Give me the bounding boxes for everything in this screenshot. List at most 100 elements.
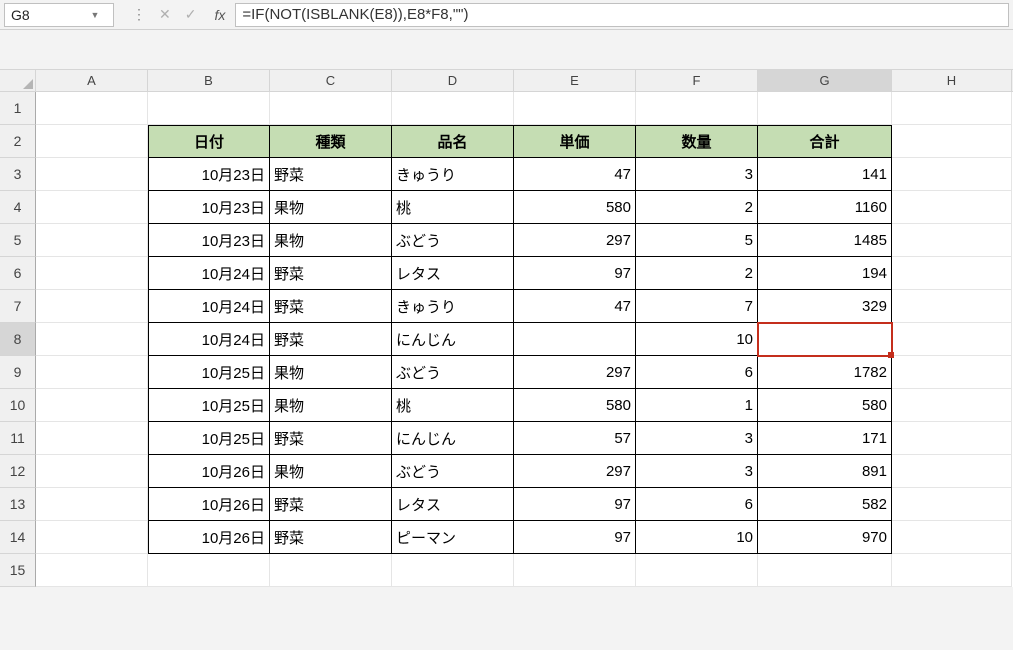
cell-H6[interactable] — [892, 257, 1012, 290]
cell-G5[interactable]: 1485 — [758, 224, 892, 257]
col-header-D[interactable]: D — [392, 70, 514, 91]
row-header-6[interactable]: 6 — [0, 257, 36, 290]
cell-G8[interactable] — [758, 323, 892, 356]
cell-E6[interactable]: 97 — [514, 257, 636, 290]
cell-E8[interactable] — [514, 323, 636, 356]
select-all-corner[interactable] — [0, 70, 36, 91]
row-header-15[interactable]: 15 — [0, 554, 36, 587]
row-header-4[interactable]: 4 — [0, 191, 36, 224]
cell-H5[interactable] — [892, 224, 1012, 257]
cell-B12[interactable]: 10月26日 — [148, 455, 270, 488]
cell-F10[interactable]: 1 — [636, 389, 758, 422]
fx-label[interactable]: fx — [214, 7, 225, 23]
cell-F7[interactable]: 7 — [636, 290, 758, 323]
chevron-down-icon[interactable]: ▼ — [85, 10, 105, 20]
cell-A1[interactable] — [36, 92, 148, 125]
cell-C9[interactable]: 果物 — [270, 356, 392, 389]
cell-B11[interactable]: 10月25日 — [148, 422, 270, 455]
cell-A2[interactable] — [36, 125, 148, 158]
cell-E3[interactable]: 47 — [514, 158, 636, 191]
col-header-G[interactable]: G — [758, 70, 892, 91]
cell-G15[interactable] — [758, 554, 892, 587]
cell-C14[interactable]: 野菜 — [270, 521, 392, 554]
cell-D5[interactable]: ぶどう — [392, 224, 514, 257]
cell-B4[interactable]: 10月23日 — [148, 191, 270, 224]
cell-E13[interactable]: 97 — [514, 488, 636, 521]
cell-G11[interactable]: 171 — [758, 422, 892, 455]
cell-D3[interactable]: きゅうり — [392, 158, 514, 191]
cell-H3[interactable] — [892, 158, 1012, 191]
row-header-11[interactable]: 11 — [0, 422, 36, 455]
spreadsheet-grid[interactable]: A B C D E F G H 1 2 日付 種類 品名 単価 数量 合計 3 … — [0, 70, 1013, 587]
more-icon[interactable]: ⋮ — [132, 6, 145, 23]
name-box[interactable]: ▼ — [4, 3, 114, 27]
cell-E5[interactable]: 297 — [514, 224, 636, 257]
col-header-E[interactable]: E — [514, 70, 636, 91]
cell-G13[interactable]: 582 — [758, 488, 892, 521]
row-header-12[interactable]: 12 — [0, 455, 36, 488]
cell-H4[interactable] — [892, 191, 1012, 224]
cell-E9[interactable]: 297 — [514, 356, 636, 389]
cell-G9[interactable]: 1782 — [758, 356, 892, 389]
cell-E10[interactable]: 580 — [514, 389, 636, 422]
col-header-B[interactable]: B — [148, 70, 270, 91]
cell-B2[interactable]: 日付 — [148, 125, 270, 158]
col-header-C[interactable]: C — [270, 70, 392, 91]
cell-D13[interactable]: レタス — [392, 488, 514, 521]
cell-A15[interactable] — [36, 554, 148, 587]
cell-G14[interactable]: 970 — [758, 521, 892, 554]
cell-B14[interactable]: 10月26日 — [148, 521, 270, 554]
cell-E1[interactable] — [514, 92, 636, 125]
cell-B5[interactable]: 10月23日 — [148, 224, 270, 257]
cell-E4[interactable]: 580 — [514, 191, 636, 224]
cell-D11[interactable]: にんじん — [392, 422, 514, 455]
cell-G12[interactable]: 891 — [758, 455, 892, 488]
cell-F4[interactable]: 2 — [636, 191, 758, 224]
cell-E11[interactable]: 57 — [514, 422, 636, 455]
cell-C11[interactable]: 野菜 — [270, 422, 392, 455]
cell-B1[interactable] — [148, 92, 270, 125]
cell-G3[interactable]: 141 — [758, 158, 892, 191]
cell-D4[interactable]: 桃 — [392, 191, 514, 224]
cell-G10[interactable]: 580 — [758, 389, 892, 422]
cell-A13[interactable] — [36, 488, 148, 521]
cell-B13[interactable]: 10月26日 — [148, 488, 270, 521]
fill-handle[interactable] — [888, 352, 894, 358]
cell-B10[interactable]: 10月25日 — [148, 389, 270, 422]
row-header-3[interactable]: 3 — [0, 158, 36, 191]
cell-C4[interactable]: 果物 — [270, 191, 392, 224]
cancel-icon[interactable]: ✕ — [159, 6, 171, 23]
cell-F13[interactable]: 6 — [636, 488, 758, 521]
row-header-1[interactable]: 1 — [0, 92, 36, 125]
cell-A4[interactable] — [36, 191, 148, 224]
cell-F12[interactable]: 3 — [636, 455, 758, 488]
cell-C7[interactable]: 野菜 — [270, 290, 392, 323]
cell-E7[interactable]: 47 — [514, 290, 636, 323]
cell-C1[interactable] — [270, 92, 392, 125]
cell-E15[interactable] — [514, 554, 636, 587]
cell-C6[interactable]: 野菜 — [270, 257, 392, 290]
cell-D1[interactable] — [392, 92, 514, 125]
cell-H14[interactable] — [892, 521, 1012, 554]
cell-F3[interactable]: 3 — [636, 158, 758, 191]
cell-C8[interactable]: 野菜 — [270, 323, 392, 356]
cell-C5[interactable]: 果物 — [270, 224, 392, 257]
row-header-2[interactable]: 2 — [0, 125, 36, 158]
cell-F11[interactable]: 3 — [636, 422, 758, 455]
cell-H15[interactable] — [892, 554, 1012, 587]
cell-B3[interactable]: 10月23日 — [148, 158, 270, 191]
cell-C10[interactable]: 果物 — [270, 389, 392, 422]
cell-A6[interactable] — [36, 257, 148, 290]
cell-F14[interactable]: 10 — [636, 521, 758, 554]
cell-A3[interactable] — [36, 158, 148, 191]
cell-C15[interactable] — [270, 554, 392, 587]
cell-F6[interactable]: 2 — [636, 257, 758, 290]
row-header-5[interactable]: 5 — [0, 224, 36, 257]
cell-A12[interactable] — [36, 455, 148, 488]
cell-B7[interactable]: 10月24日 — [148, 290, 270, 323]
cell-H7[interactable] — [892, 290, 1012, 323]
row-header-13[interactable]: 13 — [0, 488, 36, 521]
cell-H10[interactable] — [892, 389, 1012, 422]
cell-A14[interactable] — [36, 521, 148, 554]
row-header-7[interactable]: 7 — [0, 290, 36, 323]
